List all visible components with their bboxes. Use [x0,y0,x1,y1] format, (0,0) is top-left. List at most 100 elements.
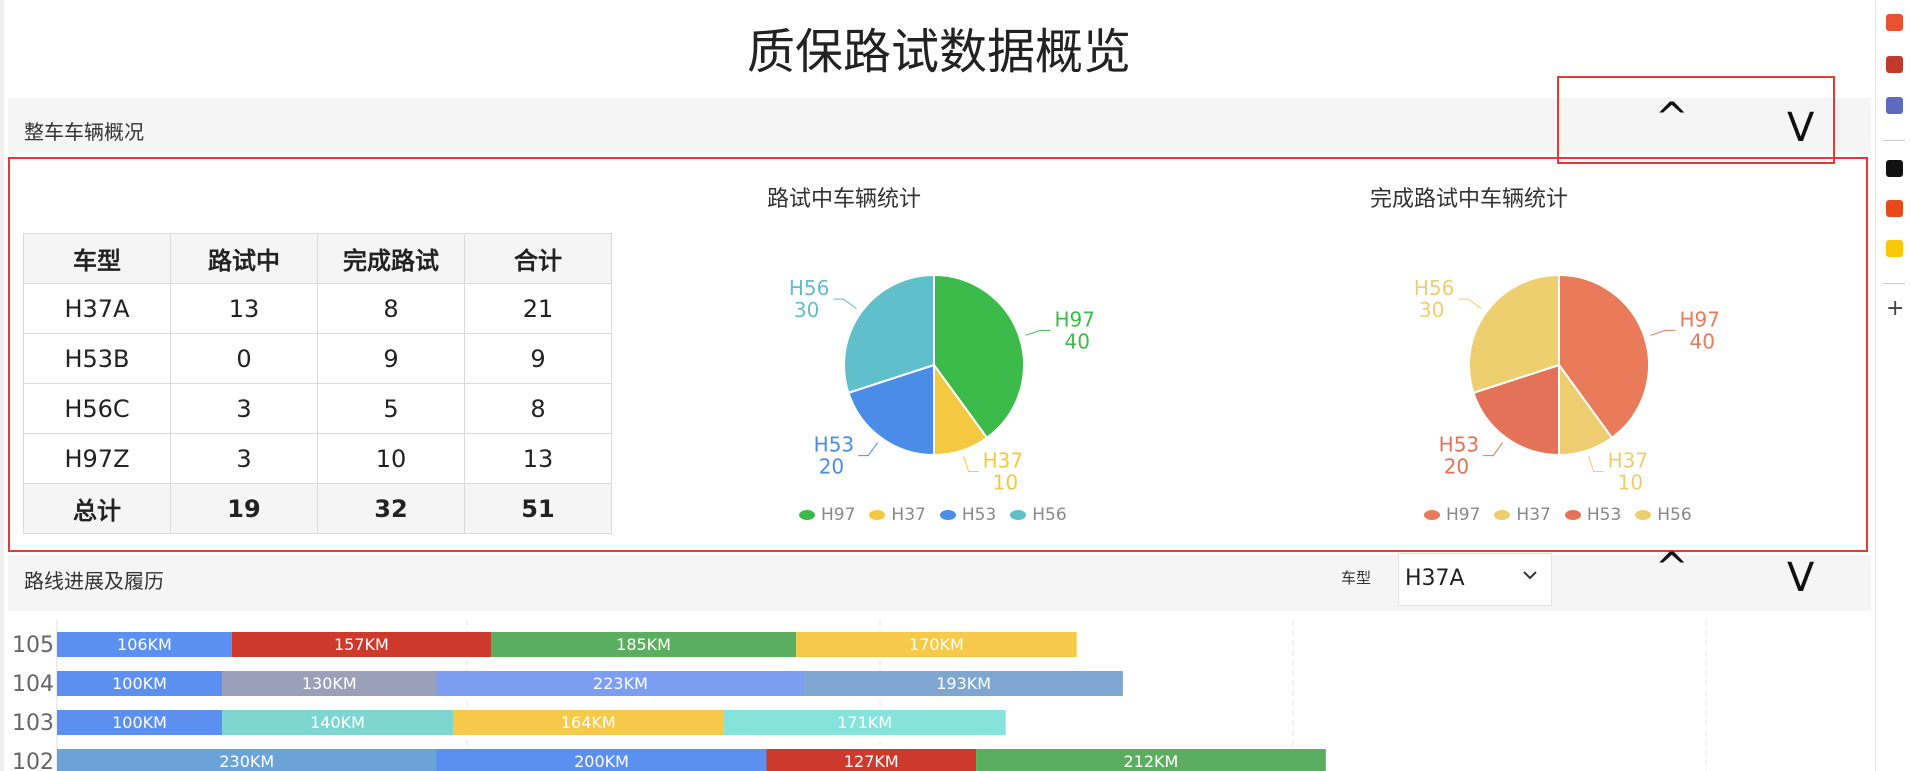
table-header: 路试中 [170,233,318,284]
legend-item-h37[interactable]: H37 [869,505,926,525]
office-icon[interactable] [1886,14,1903,31]
pie-label-line [963,456,979,473]
pie-label-value: 10 [1618,471,1643,495]
browser-side-rail: + [1875,0,1910,771]
select-value: H37A [1405,566,1465,591]
chess-icon[interactable] [1886,97,1903,114]
table-total-row: 总计 19 32 51 [23,483,612,534]
pie-label-line [858,442,878,457]
pie-label-category: H97 [1055,307,1094,331]
table-row: H97Z 3 10 13 [23,433,612,484]
pie-label-category: H56 [789,276,830,300]
pie-label-category: H37 [1608,449,1649,473]
pie-label-category: H53 [1439,433,1480,457]
table-header: 完成路试 [317,233,465,284]
main-content: 质保路试数据概览 整车车辆概况 ^ V 车型 路试中 完成路试 合计 H37A … [0,0,1875,771]
bar-segment-label: 212KM [1124,752,1179,771]
table-header-row: 车型 路试中 完成路试 合计 [23,233,612,284]
legend-label: H53 [961,505,997,525]
section-title-route: 路线进展及履历 [24,569,164,593]
table-cell: 9 [317,333,465,384]
legend-item-h56[interactable]: H56 [1635,505,1692,525]
table-cell: 10 [317,433,465,484]
table-cell: 3 [170,383,318,434]
table-row: H37A 13 8 21 [23,283,612,334]
expand-button[interactable]: V [1787,108,1814,148]
legend-swatch [869,510,886,520]
legend-swatch [799,510,815,520]
table-cell: H37A [23,283,171,334]
bar-segment-label: 193KM [936,674,991,693]
y-tick-label: 105 [12,633,54,658]
table-cell: 32 [317,483,465,534]
table-cell: 51 [464,483,612,534]
legend-label: H37 [1516,505,1551,525]
pie-label-line [833,298,857,309]
table-cell: H97Z [23,433,171,484]
pie-chart-in-test: H9740 H3710 H5320 H5630 [789,273,1094,495]
y-tick-label: 102 [12,750,54,771]
legend-label: H56 [1657,505,1692,525]
bar-segment-label: 230KM [219,752,274,771]
collapse-button[interactable]: ^ [1655,98,1689,138]
pie-chart-2-legend: H97 H37 H53 H56 [1424,505,1692,525]
pie-label-value: 40 [1690,329,1715,353]
legend-item-h53[interactable]: H53 [939,505,997,525]
plus-icon[interactable]: + [1886,296,1904,321]
bar-segment-label: 185KM [616,635,671,654]
bar-segment-label: 100KM [112,713,167,732]
pie-label-line [1588,456,1604,473]
table-cell: 0 [170,333,318,384]
pie-label-line [1483,442,1503,457]
legend-swatch [1424,510,1440,520]
bar-segment-label: 223KM [593,674,648,693]
bar-segment-label: 164KM [561,713,616,732]
legend-label: H37 [891,505,926,525]
legend-item-h97[interactable]: H97 [1424,505,1480,525]
legend-swatch [939,510,956,520]
pie-label-line [1458,298,1482,309]
route-collapse-button[interactable]: ^ [1655,548,1689,588]
pie-label-value: 40 [1065,329,1090,353]
bar-segment-label: 200KM [574,752,629,771]
bar-segment-label: 130KM [302,674,357,693]
bar-segment-label: 170KM [909,635,964,654]
pie-label-value: 30 [1419,298,1444,322]
meituan-icon[interactable] [1886,240,1903,257]
table-cell: 13 [464,433,612,484]
pie-chart-1-legend: H97 H37 H53 H56 [799,505,1067,525]
toolbox-icon[interactable] [1886,56,1903,73]
bar-segment-label: 140KM [310,713,365,732]
filter-label: 车型 [1341,569,1372,587]
table-cell: 9 [464,333,612,384]
legend-item-h97[interactable]: H97 [799,505,855,525]
table-header: 合计 [464,233,612,284]
vehicle-type-select[interactable]: H37A [1398,553,1552,606]
legend-item-h37[interactable]: H37 [1494,505,1551,525]
bar-segment-label: 157KM [334,635,389,654]
y-tick-label: 103 [12,711,54,736]
route-progress-chart: 105 106KM 157KM 185KM 170KM 104 100KM 130KM 223K… [12,620,1707,771]
section-title-vehicle: 整车车辆概况 [24,120,144,144]
pie-label-value: 20 [819,455,844,479]
legend-item-h53[interactable]: H53 [1564,505,1621,525]
legend-swatch [1494,510,1511,520]
pie-label-value: 10 [993,471,1018,495]
bar-segment-label: 100KM [112,674,167,693]
legend-swatch [1010,510,1027,520]
legend-item-h56[interactable]: H56 [1010,505,1067,525]
weibo-icon[interactable] [1886,200,1903,217]
legend-label: H97 [821,505,856,525]
tiktok-icon[interactable] [1886,160,1903,177]
table-cell: 5 [317,383,465,434]
pie-label-line [1650,329,1676,336]
y-tick-label: 104 [12,672,54,697]
route-expand-button[interactable]: V [1787,558,1814,598]
legend-swatch [1564,510,1581,520]
table-cell: 8 [464,383,612,434]
table-cell: 总计 [23,483,171,534]
legend-label: H56 [1032,505,1067,525]
pie-label-category: H56 [1414,276,1455,300]
table-cell: H53B [23,333,171,384]
bar-segment-label: 171KM [837,713,892,732]
